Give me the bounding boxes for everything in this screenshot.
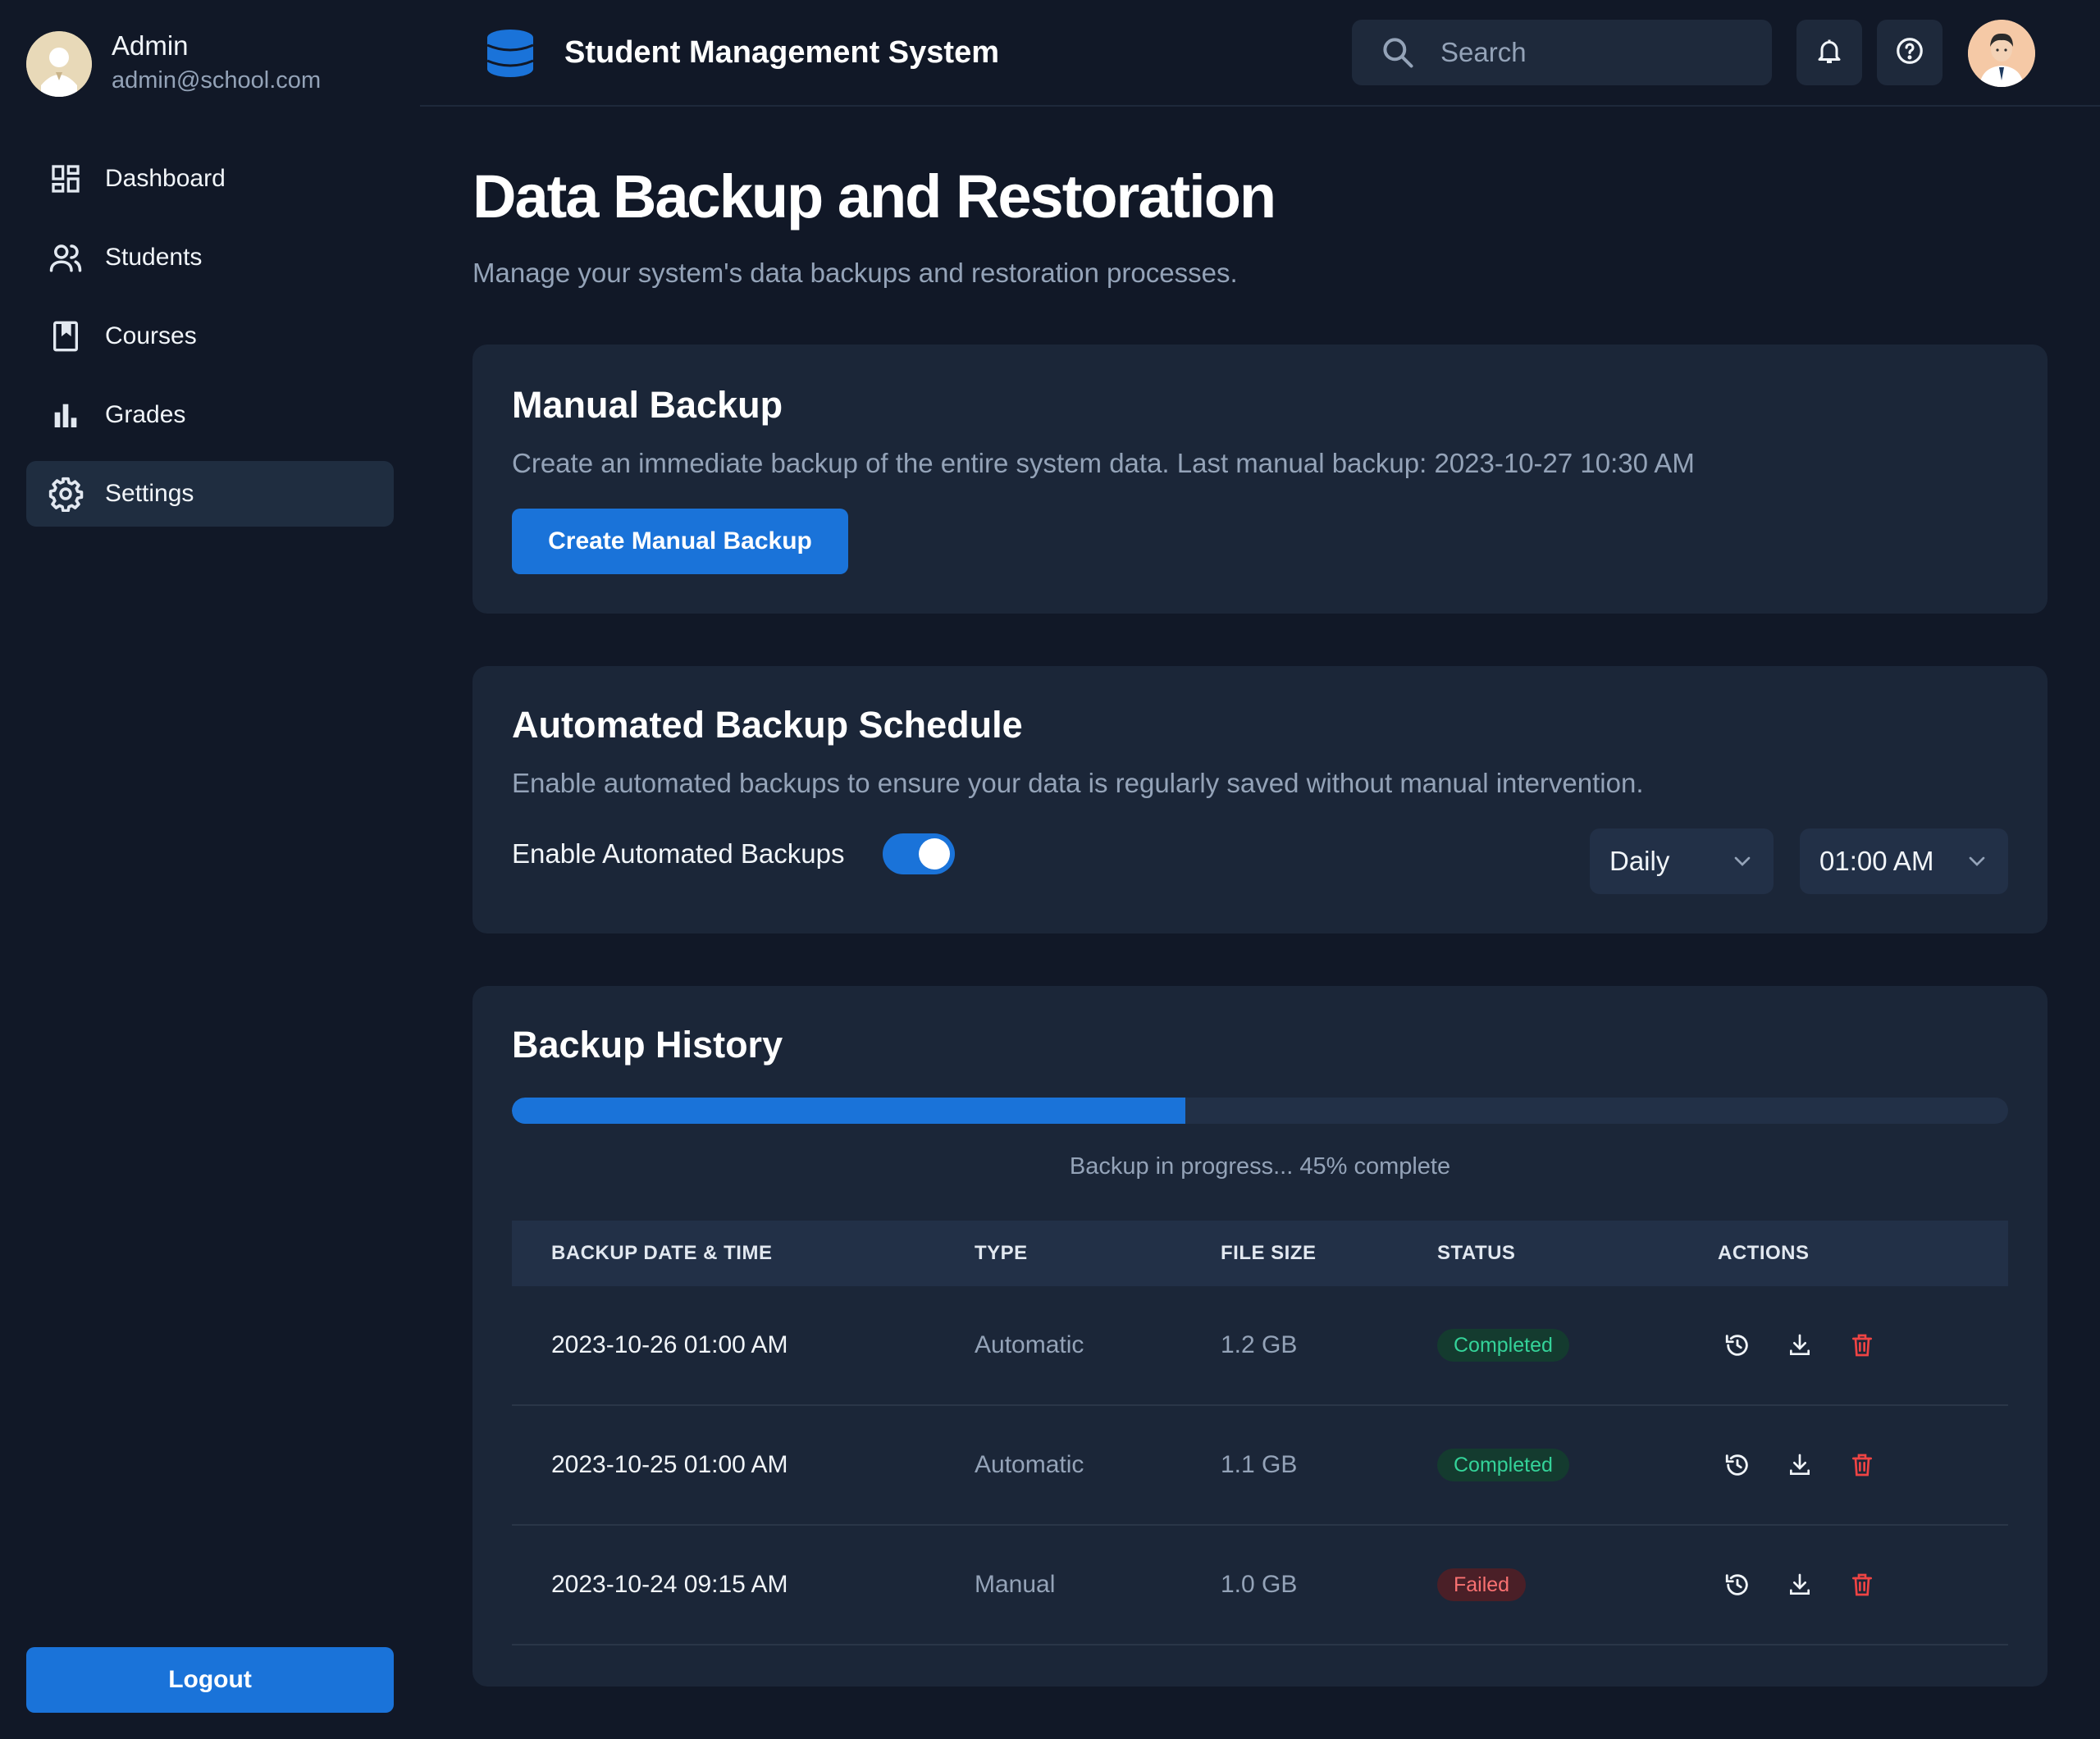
backup-type: Manual [975,1571,1056,1598]
help-button[interactable] [1877,20,1942,85]
sidebar-item-label: Grades [105,401,186,428]
top-header: Student Management System [420,0,2100,107]
backup-progress-fill [512,1098,1185,1124]
table-row: 2023-10-24 09:15 AM Manual 1.0 GB Failed [512,1526,2008,1645]
auto-backup-toggle-label: Enable Automated Backups [512,838,845,869]
delete-icon[interactable] [1846,1329,1879,1362]
sidebar-item-grades[interactable]: Grades [26,382,394,448]
column-header-size: FILE SIZE [1221,1242,1317,1264]
backup-progress-bar [512,1098,2008,1124]
frequency-select[interactable]: Daily [1590,828,1774,894]
restore-icon[interactable] [1721,1449,1754,1481]
backup-size: 1.0 GB [1221,1571,1298,1598]
bell-icon [1815,36,1844,70]
notifications-button[interactable] [1796,20,1862,85]
sidebar-item-label: Settings [105,480,194,507]
gear-icon [48,476,84,512]
bar-chart-icon [48,397,84,433]
delete-icon[interactable] [1846,1568,1879,1601]
sidebar-nav: Dashboard Students Courses Grades Settin… [26,146,394,540]
table-row: 2023-10-25 01:00 AM Automatic 1.1 GB Com… [512,1406,2008,1526]
table-row: 2023-10-26 01:00 AM Automatic 1.2 GB Com… [512,1286,2008,1406]
backup-schedule-description: Enable automated backups to ensure your … [512,768,1644,798]
delete-icon[interactable] [1846,1449,1879,1481]
column-header-date: BACKUP DATE & TIME [551,1242,773,1264]
time-value: 01:00 AM [1819,846,1934,876]
search-box [1352,20,1772,85]
backup-date: 2023-10-25 01:00 AM [551,1451,788,1478]
backup-schedule-card: Automated Backup Schedule Enable automat… [472,666,2048,933]
sidebar-item-label: Courses [105,322,197,349]
create-manual-backup-button[interactable]: Create Manual Backup [512,509,848,574]
time-select[interactable]: 01:00 AM [1800,828,2008,894]
status-badge: Completed [1437,1329,1569,1362]
page-subtitle: Manage your system's data backups and re… [472,258,1238,288]
help-circle-icon [1894,35,1925,71]
backup-progress-text: Backup in progress... 45% complete [1069,1153,1451,1180]
sidebar-item-dashboard[interactable]: Dashboard [26,146,394,212]
user-name: Admin [112,30,189,61]
database-logo-icon [486,30,535,77]
backup-date: 2023-10-26 01:00 AM [551,1331,788,1358]
backup-size: 1.2 GB [1221,1331,1298,1358]
restore-icon[interactable] [1721,1329,1754,1362]
restore-icon[interactable] [1721,1568,1754,1601]
backup-history-table: BACKUP DATE & TIME TYPE FILE SIZE STATUS… [512,1221,2008,1645]
app-title: Student Management System [564,35,999,70]
download-icon[interactable] [1783,1329,1816,1362]
logout-button[interactable]: Logout [26,1647,394,1713]
status-badge: Completed [1437,1449,1569,1481]
search-icon [1380,34,1416,71]
user-profile: Admin admin@school.com [26,30,321,98]
column-header-status: STATUS [1437,1242,1516,1264]
backup-schedule-title: Automated Backup Schedule [512,704,1023,746]
sidebar-item-label: Dashboard [105,165,226,192]
table-header: BACKUP DATE & TIME TYPE FILE SIZE STATUS… [512,1221,2008,1286]
manual-backup-title: Manual Backup [512,384,783,426]
profile-avatar[interactable] [1968,20,2035,87]
users-icon [48,240,84,276]
user-avatar [26,31,92,97]
manual-backup-card: Manual Backup Create an immediate backup… [472,345,2048,614]
dashboard-icon [48,161,84,197]
sidebar-item-label: Students [105,244,203,271]
backup-history-title: Backup History [512,1024,783,1066]
backup-date: 2023-10-24 09:15 AM [551,1571,788,1598]
book-icon [48,318,84,354]
page-title: Data Backup and Restoration [472,162,1276,230]
chevron-down-icon [1729,848,1755,874]
download-icon[interactable] [1783,1449,1816,1481]
column-header-type: TYPE [975,1242,1028,1264]
backup-type: Automatic [975,1331,1084,1358]
download-icon[interactable] [1783,1568,1816,1601]
user-email: admin@school.com [112,67,322,94]
sidebar-item-students[interactable]: Students [26,225,394,290]
backup-history-card: Backup History Backup in progress... 45%… [472,986,2048,1687]
chevron-down-icon [1964,848,1990,874]
column-header-actions: ACTIONS [1718,1242,1810,1264]
status-badge: Failed [1437,1568,1527,1601]
backup-size: 1.1 GB [1221,1451,1298,1478]
sidebar: Admin admin@school.com Dashboard Student… [0,0,420,1739]
sidebar-item-courses[interactable]: Courses [26,304,394,369]
search-input[interactable] [1440,37,1752,68]
sidebar-item-settings[interactable]: Settings [26,461,394,527]
backup-type: Automatic [975,1451,1084,1478]
toggle-knob [919,838,950,870]
auto-backup-toggle[interactable] [883,833,955,874]
manual-backup-description: Create an immediate backup of the entire… [512,448,1695,478]
frequency-value: Daily [1609,846,1670,876]
